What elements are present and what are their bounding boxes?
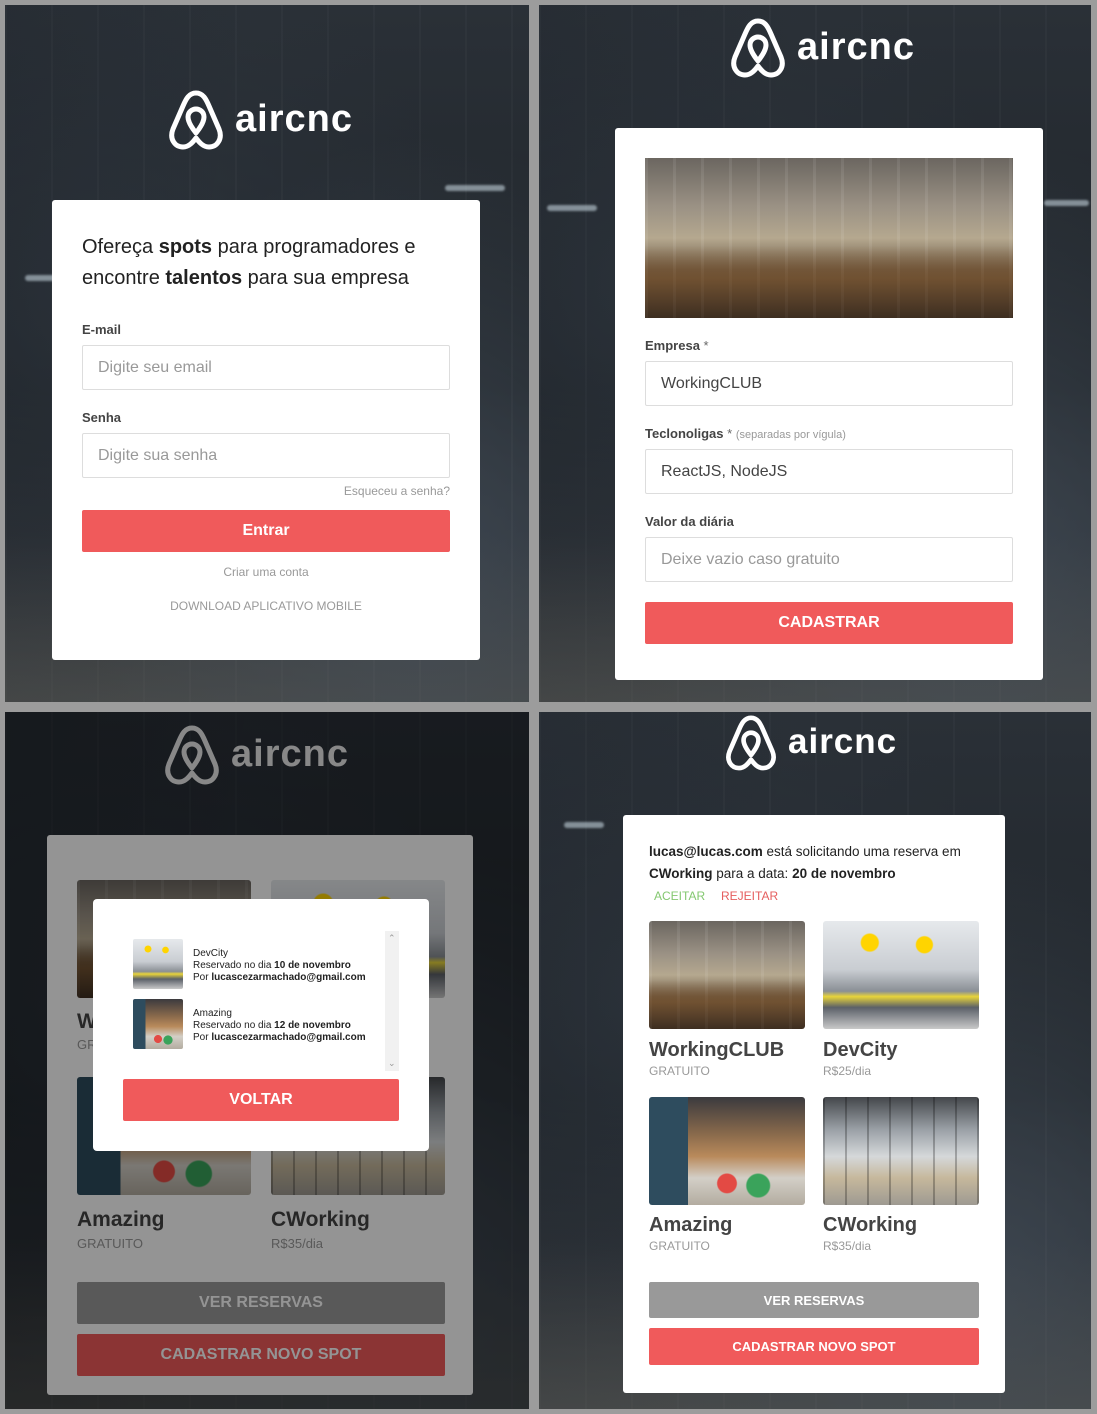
spot-price: GRATUITO bbox=[649, 1064, 710, 1078]
create-account-link[interactable]: Criar uma conta bbox=[82, 565, 450, 579]
reservations-screen: aircnc WorkingCLUB GRATUITO Amazing GRAT… bbox=[5, 712, 529, 1409]
spot-thumbnail[interactable] bbox=[649, 1097, 805, 1205]
login-screen: aircnc Ofereça spots para programadores … bbox=[5, 5, 529, 702]
email-field[interactable] bbox=[82, 345, 450, 390]
price-label: Valor da diária bbox=[645, 514, 734, 529]
brand-name: aircnc bbox=[788, 722, 898, 761]
password-label: Senha bbox=[82, 410, 122, 425]
spot-thumbnail bbox=[133, 999, 183, 1049]
company-field[interactable] bbox=[645, 361, 1013, 406]
spot-thumbnail bbox=[133, 939, 183, 989]
register-spot-button[interactable]: CADASTRAR bbox=[645, 602, 1013, 644]
spot-name: Amazing bbox=[649, 1214, 733, 1236]
price-field[interactable] bbox=[645, 537, 1013, 582]
new-spot-screen: aircnc Empresa * Teclonoligas * (separad… bbox=[539, 5, 1091, 702]
reservations-modal: DevCity Reservado no dia 10 de novembro … bbox=[93, 899, 429, 1151]
spot-price: R$35/dia bbox=[823, 1239, 872, 1253]
dashboard-screen: aircnc lucas@lucas.com está solicitando … bbox=[539, 712, 1091, 1409]
password-field[interactable] bbox=[82, 433, 450, 478]
brand-name: aircnc bbox=[235, 97, 353, 140]
list-item: DevCity Reservado no dia 10 de novembro … bbox=[133, 939, 373, 989]
login-card: Ofereça spots para programadores e encon… bbox=[52, 200, 480, 660]
spot-thumbnail[interactable] bbox=[823, 1097, 979, 1205]
brand-logo: aircnc bbox=[729, 15, 915, 79]
login-button[interactable]: Entrar bbox=[82, 510, 450, 552]
spot-name: WorkingCLUB bbox=[649, 1039, 785, 1061]
back-button[interactable]: VOLTAR bbox=[123, 1079, 399, 1121]
dashboard-card: lucas@lucas.com está solicitando uma res… bbox=[623, 815, 1005, 1393]
company-label: Empresa * bbox=[645, 338, 709, 353]
chevron-down-icon[interactable]: ⌄ bbox=[388, 1058, 396, 1069]
techs-label: Teclonoligas * (separadas por vígula) bbox=[645, 426, 846, 441]
spot-price: R$25/dia bbox=[823, 1064, 872, 1078]
new-spot-button[interactable]: CADASTRAR NOVO SPOT bbox=[649, 1328, 979, 1365]
login-headline: Ofereça spots para programadores e encon… bbox=[82, 236, 416, 289]
chevron-up-icon[interactable]: ⌃ bbox=[388, 933, 396, 944]
email-label: E-mail bbox=[82, 322, 122, 337]
spot-thumbnail[interactable] bbox=[649, 921, 805, 1029]
reservations-list: DevCity Reservado no dia 10 de novembro … bbox=[121, 931, 399, 1071]
download-app-link[interactable]: DOWNLOAD APLICATIVO MOBILE bbox=[82, 599, 450, 613]
brand-name: aircnc bbox=[797, 25, 915, 68]
brand-logo: aircnc bbox=[724, 712, 897, 772]
spot-name: CWorking bbox=[823, 1214, 918, 1236]
list-item: Amazing Reservado no dia 12 de novembro … bbox=[133, 999, 373, 1049]
reservation-info: DevCity Reservado no dia 10 de novembro … bbox=[193, 948, 366, 983]
airbnb-icon bbox=[726, 715, 776, 771]
airbnb-icon bbox=[169, 90, 223, 150]
scrollbar[interactable]: ⌃ ⌄ bbox=[385, 931, 399, 1071]
brand-logo: aircnc bbox=[167, 87, 353, 151]
forgot-password-link[interactable]: Esqueceu a senha? bbox=[82, 484, 450, 498]
airbnb-icon bbox=[731, 18, 785, 78]
booking-request: lucas@lucas.com está solicitando uma res… bbox=[649, 844, 961, 881]
techs-field[interactable] bbox=[645, 449, 1013, 494]
thumbnail-preview[interactable] bbox=[645, 158, 1013, 318]
spot-price: GRATUITO bbox=[649, 1239, 710, 1253]
view-reservations-button[interactable]: VER RESERVAS bbox=[649, 1282, 979, 1318]
spot-thumbnail[interactable] bbox=[823, 921, 979, 1029]
reject-button[interactable]: REJEITAR bbox=[721, 889, 778, 903]
spot-name: DevCity bbox=[823, 1039, 898, 1061]
accept-button[interactable]: ACEITAR bbox=[654, 889, 705, 903]
reservation-info: Amazing Reservado no dia 12 de novembro … bbox=[193, 1008, 366, 1043]
new-spot-card[interactable]: Empresa * Teclonoligas * (separadas por … bbox=[615, 128, 1043, 680]
